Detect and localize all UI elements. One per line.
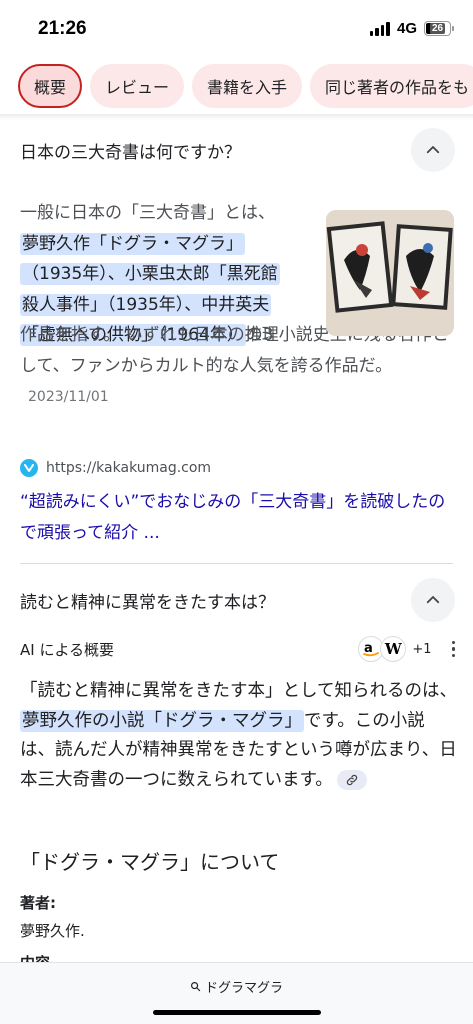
result-link-title[interactable]: “超読みにくい”でおなじみの「三大奇書」を読破したので頑張って紹介 ... — [20, 487, 460, 549]
answer-highlight-1: 夢野久作「ドグラ・マグラ」 — [20, 232, 245, 255]
answer-intro: 一般に日本の「三大奇書」とは、 — [20, 203, 275, 223]
cellular-signal-icon — [369, 21, 390, 36]
ai-overview-header: AI による概要 a W +1 — [20, 634, 455, 664]
chevron-up-icon — [426, 146, 440, 154]
bottom-search-bar[interactable]: ドグラマグラ — [0, 962, 473, 1024]
network-type: 4G — [396, 20, 417, 37]
home-indicator[interactable] — [153, 1010, 321, 1015]
status-icons: 4G 26 — [369, 20, 454, 37]
divider — [20, 563, 453, 564]
wikipedia-icon[interactable]: W — [380, 636, 407, 662]
search-query: ドグラマグラ — [204, 981, 283, 996]
chip-reviews[interactable]: レビュー — [90, 64, 185, 108]
chip-overview[interactable]: 概要 — [18, 64, 83, 108]
author-value: 夢野久作. — [20, 922, 85, 940]
chips-shadow — [0, 114, 473, 120]
ai-answer-highlight: 夢野久作の小説「ドグラ・マグラ」 — [20, 709, 304, 732]
collapse-button[interactable] — [411, 128, 455, 172]
status-time: 21:26 — [38, 18, 87, 39]
author-label: 著者: — [20, 894, 56, 912]
question-row-2[interactable]: 読むと精神に異常をきたす本は？ — [20, 575, 455, 625]
more-options-icon[interactable] — [451, 640, 455, 658]
status-bar: 21:26 4G 26 — [0, 0, 473, 58]
chip-same-author[interactable]: 同じ著者の作品をも — [310, 64, 473, 108]
question-text: 日本の三大奇書は何ですか？ — [20, 142, 241, 163]
section-subheading: 「ドグラ・マグラ」について — [20, 850, 280, 874]
bottom-search[interactable]: ドグラマグラ — [0, 977, 473, 996]
source-url: https://kakakumag.com — [46, 460, 212, 476]
more-sources-count: +1 — [412, 641, 432, 657]
search-icon — [190, 982, 201, 992]
kakakumag-favicon-icon — [20, 459, 38, 477]
battery-icon: 26 — [424, 21, 454, 36]
link-icon[interactable] — [336, 769, 367, 790]
ai-overview-answer: 「読むと精神に異常をきたす本」として知られるのは、夢野久作の小説「ドグラ・マグラ… — [20, 677, 458, 795]
answer-highlight-3: 殺人事件」（1935年）、中井英夫 — [20, 293, 272, 316]
filter-chips: 概要 レビュー 書籍を入手 同じ著者の作品をも — [18, 64, 473, 108]
question-text: 読むと精神に異常をきたす本は？ — [20, 592, 275, 613]
battery-level: 26 — [429, 23, 446, 34]
chip-get-book[interactable]: 書籍を入手 — [192, 64, 303, 108]
ai-overview-label: AI による概要 — [20, 640, 115, 659]
answer-date: 2023/11/01 — [28, 389, 109, 405]
result-thumbnail-image[interactable] — [326, 210, 454, 336]
ai-answer-pre: 「読むと精神に異常をきたす本」として知られるのは、 — [20, 681, 457, 701]
collapse-button[interactable] — [411, 578, 455, 622]
ai-sources[interactable]: a W +1 — [358, 636, 455, 662]
chevron-up-icon — [426, 596, 440, 604]
source-site[interactable]: https://kakakumag.com — [20, 459, 211, 477]
content-label: 内容 — [20, 952, 50, 962]
answer-highlight-2: （1935年）、小栗虫太郎「黒死館 — [20, 263, 280, 285]
question-row-1[interactable]: 日本の三大奇書は何ですか？ — [20, 125, 455, 175]
